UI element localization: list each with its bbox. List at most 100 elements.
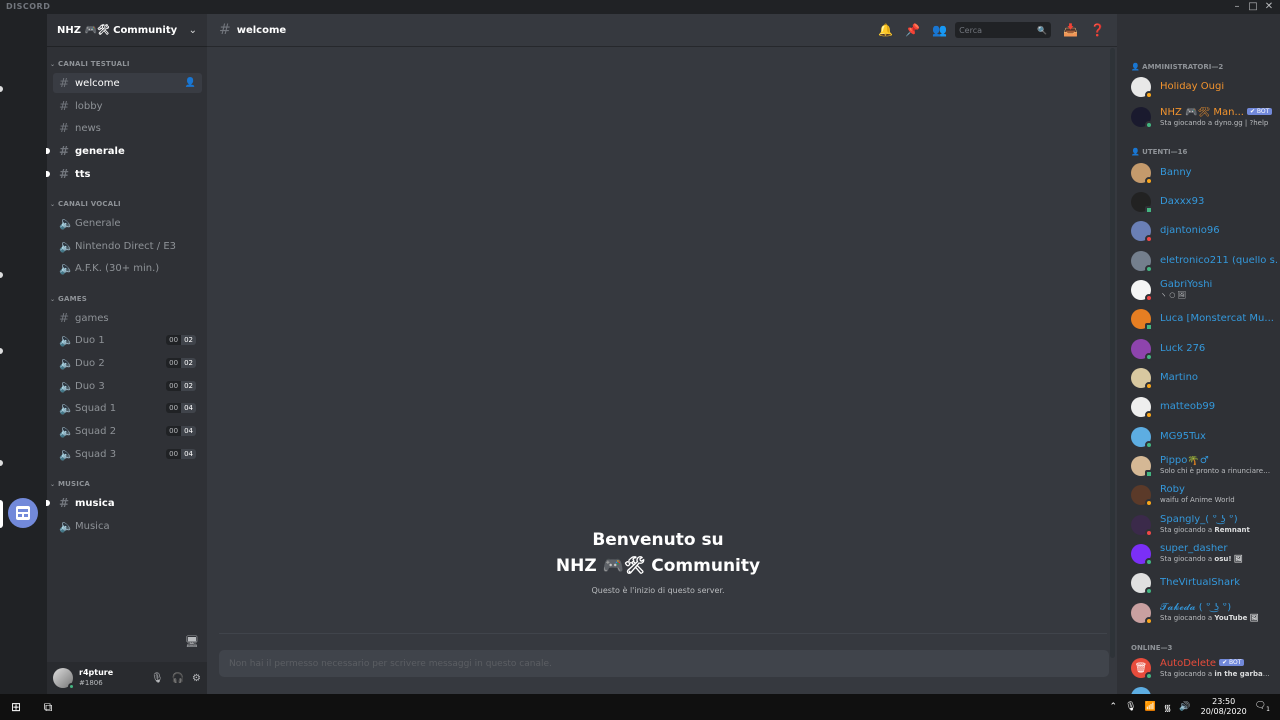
member-matteob99[interactable]: matteob99 <box>1131 394 1279 420</box>
channel-news[interactable]: # news <box>53 118 202 138</box>
member-holiday-ougi[interactable]: Holiday Ougi <box>1131 74 1279 100</box>
unread-indicator <box>0 86 3 92</box>
voice-channel-duo2[interactable]: 🔈 Duo 2 00 02 <box>53 353 202 373</box>
user-limit-badge: 00 02 <box>166 358 196 368</box>
speaker-icon: 🔈 <box>59 519 74 533</box>
network-icon[interactable]: 📶 <box>1145 702 1156 712</box>
chevron-down-icon: ⌄ <box>50 201 56 208</box>
search-input[interactable]: Cerca 🔍 <box>955 22 1052 38</box>
member-roby[interactable]: Roby waifu of Anime World <box>1131 482 1279 508</box>
help-icon[interactable]: ❓ <box>1090 23 1105 37</box>
clock[interactable]: 23:50 20/08/2020 <box>1201 697 1247 717</box>
notification-icon[interactable]: 🗨1 <box>1255 701 1270 713</box>
member-super-dasher[interactable]: super_dasher Sta giocando a osu! 🖼 <box>1131 541 1279 567</box>
member-takeda[interactable]: 𝓣𝓪𝓴𝓮𝓭𝓪 ( ͡° ͜ʖ ͡°) Sta giocando a YouTube… <box>1131 600 1279 626</box>
channel-title: welcome <box>236 24 287 36</box>
windows-start-icon[interactable]: ⊞ <box>0 700 32 714</box>
message-input[interactable]: Non hai il permesso necessario per scriv… <box>219 650 1109 677</box>
avatar <box>1131 192 1153 214</box>
avatar[interactable] <box>53 668 75 690</box>
chevron-down-icon: ⌄ <box>50 481 56 488</box>
channel-musica[interactable]: # musica <box>53 493 202 513</box>
voice-channel-squad1[interactable]: 🔈 Squad 1 00 04 <box>53 398 202 418</box>
avatar <box>1131 163 1153 185</box>
voice-channel-squad2[interactable]: 🔈 Squad 2 00 04 <box>53 421 202 441</box>
bell-icon[interactable]: 🔔 <box>878 23 893 37</box>
category-games[interactable]: ⌄ GAMES <box>50 295 87 303</box>
pin-icon[interactable]: 📌 <box>905 23 920 37</box>
avatar <box>1131 544 1153 566</box>
channel-tts[interactable]: # tts <box>53 164 202 184</box>
microphone-icon[interactable]: 🎙 <box>1125 702 1136 712</box>
settings-gear-icon[interactable]: ⚙ <box>192 673 201 684</box>
close-icon[interactable]: ✕ <box>1262 0 1276 14</box>
username: r4pture <box>79 668 114 677</box>
member-banny[interactable]: Banny <box>1131 160 1279 186</box>
chat-area: # welcome 🔔 📌 👥 Cerca 🔍 📥 ❓ Benvenuto su … <box>207 14 1117 694</box>
hash-icon: # <box>59 167 70 181</box>
active-server-indicator <box>0 500 3 528</box>
bot-badge: ✔ BOT <box>1246 107 1273 115</box>
voice-channel-nintendo[interactable]: 🔈 Nintendo Direct / E3 <box>53 236 202 256</box>
member-daxxx93[interactable]: Daxxx93 <box>1131 189 1279 215</box>
category-voice-channels[interactable]: ⌄ CANALI VOCALI <box>50 200 121 208</box>
member-mg95tux[interactable]: MG95Tux <box>1131 424 1279 450</box>
invite-icon[interactable]: 👤 <box>185 78 196 88</box>
member-nhz-manager-bot[interactable]: NHZ 🎮🛠 Man... ✔ BOT Sta giocando a dyno.gg… <box>1131 104 1279 130</box>
voice-channel-generale[interactable]: 🔈 Generale <box>53 213 202 233</box>
voice-channel-duo3[interactable]: 🔈 Duo 3 00 02 <box>53 376 202 396</box>
status-online-icon <box>1145 353 1153 361</box>
voice-channel-musica[interactable]: 🔈 Musica <box>53 516 202 536</box>
avatar <box>1131 221 1153 243</box>
voice-channel-afk[interactable]: 🔈 A.F.K. (30+ min.) <box>53 258 202 278</box>
member-group-online: ONLINE—3 <box>1131 644 1173 652</box>
member-thevirtualshark[interactable]: TheVirtualShark <box>1131 570 1279 596</box>
headphones-icon[interactable]: 🎧 <box>172 673 184 684</box>
scrollbar[interactable] <box>1110 48 1115 658</box>
member-group-admins: 👤 AMMINISTRATORI—2 <box>1131 63 1224 71</box>
voice-channel-duo1[interactable]: 🔈 Duo 1 00 02 <box>53 330 202 350</box>
members-icon[interactable]: 👥 <box>932 23 947 37</box>
microphone-icon[interactable]: 🎙 <box>151 673 164 684</box>
voice-channel-squad3[interactable]: 🔈 Squad 3 00 04 <box>53 444 202 464</box>
unread-indicator <box>0 348 3 354</box>
member-luck-276[interactable]: Luck 276 <box>1131 336 1279 362</box>
minimize-icon[interactable]: – <box>1230 0 1244 14</box>
category-text-channels[interactable]: ⌄ CANALI TESTUALI <box>50 60 130 68</box>
member-spangly[interactable]: Spangly_( ͡° ͜ʖ ͡°) Sta giocando a Remnan… <box>1131 512 1279 538</box>
unread-indicator <box>46 148 50 154</box>
member-autodelete-bot[interactable]: 🗑 AutoDelete ✔ BOT Sta giocando a in the g… <box>1131 655 1279 681</box>
status-online-icon <box>68 683 75 690</box>
channel-welcome[interactable]: # welcome 👤 <box>53 73 202 93</box>
task-view-icon[interactable]: ⧉ <box>32 700 64 715</box>
member-gabriyoshi[interactable]: GabriYoshi ヽ ○ 🖼 <box>1131 277 1279 303</box>
server-header[interactable]: NHZ 🎮🛠 Community ⌄ <box>47 14 207 47</box>
member-pippo[interactable]: Pippo🌴♂ Solo chi è pronto a rinunciare a.… <box>1131 453 1279 479</box>
user-limit-badge: 00 02 <box>166 335 196 345</box>
status-online-icon <box>1145 587 1153 595</box>
volume-icon[interactable]: 🔊 <box>1179 702 1190 712</box>
avatar <box>1131 251 1153 273</box>
channel-generale[interactable]: # generale <box>53 141 202 161</box>
category-music[interactable]: ⌄ MUSICA <box>50 480 90 488</box>
avatar <box>1131 515 1153 537</box>
member-martino[interactable]: Martino <box>1131 365 1279 391</box>
channel-lobby[interactable]: # lobby <box>53 96 202 116</box>
chevron-up-icon[interactable]: ⌃ <box>1110 702 1118 712</box>
member-luca[interactable]: Luca [Monstercat Mu... <box>1131 306 1279 332</box>
channel-games[interactable]: # games <box>53 308 202 328</box>
screen-share-icon[interactable]: 🖥 <box>185 635 199 648</box>
welcome-subtitle: Questo è l'inizio di questo server. <box>591 586 725 595</box>
wifi-icon[interactable]: ᯾ <box>1164 701 1172 714</box>
member-eletronico211[interactable]: eletronico211 (quello s... <box>1131 248 1279 274</box>
member-djantonio96[interactable]: djantonio96 <box>1131 218 1279 244</box>
status-mobile-icon <box>1145 206 1153 214</box>
inbox-icon[interactable]: 📥 <box>1063 23 1078 37</box>
maximize-icon[interactable]: □ <box>1246 0 1260 14</box>
avatar <box>1131 280 1153 302</box>
unread-indicator <box>46 171 50 177</box>
user-panel: r4pture #1806 🎙 🎧 ⚙ <box>47 662 207 694</box>
avatar[interactable] <box>1131 687 1151 694</box>
avatar <box>1131 485 1153 507</box>
server-icon-nhz[interactable] <box>8 498 38 528</box>
